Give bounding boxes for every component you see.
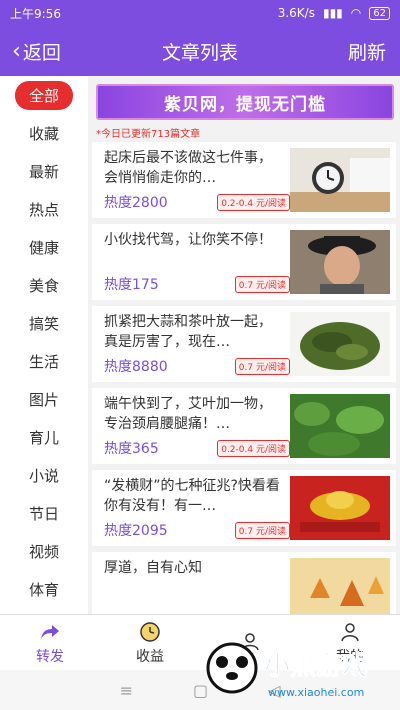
chevron-left-icon: ‹	[12, 38, 21, 64]
promo-banner[interactable]: 紫贝网，提现无门槛	[96, 84, 394, 120]
update-notice: *今日已更新713篇文章	[96, 129, 201, 140]
article-headline: “发横财”的七种征兆?快看看你有没有！有一…	[104, 478, 280, 514]
category-label: 节日	[28, 504, 59, 523]
category-item-favorites[interactable]: 收藏	[0, 114, 88, 152]
article-headline: 起床后最不该做这七件事，会悄悄偷走你的…	[104, 150, 272, 186]
category-item-video[interactable]: 视频	[0, 532, 88, 570]
tab-team[interactable]	[200, 615, 300, 670]
bottom-tab-bar: 转发 收益 我的	[0, 614, 400, 670]
tab-label: 转发	[36, 648, 64, 665]
share-icon	[41, 624, 59, 639]
category-item-life[interactable]: 生活	[0, 342, 88, 380]
article-card[interactable]: 起床后最不该做这七件事，会悄悄偷走你的… 热度2800 0.2-0.4 元/阅读	[92, 142, 396, 218]
category-label: 搞笑	[28, 314, 59, 333]
article-headline: 抓紧把大蒜和茶叶放一起，真是厉害了，现在…	[104, 314, 272, 350]
top-bar: ‹ 返回 文章列表 刷新	[0, 26, 400, 76]
reward-rate-badge: 0.2-0.4 元/阅读	[217, 439, 290, 457]
category-label: 视频	[28, 542, 59, 561]
heat-count: 热度2800	[104, 195, 168, 211]
category-label: 生活	[28, 352, 59, 371]
tea-leaves-photo	[290, 312, 390, 376]
page-title: 文章列表	[161, 41, 238, 64]
article-headline: 厚道，自有心知	[104, 560, 202, 576]
team-icon	[241, 632, 259, 650]
category-item-festival[interactable]: 节日	[0, 494, 88, 532]
category-label: 美食	[28, 276, 59, 295]
heat-count: 热度365	[104, 441, 159, 457]
heat-count: 热度8880	[104, 359, 168, 375]
article-card[interactable]: 厚道，自有心知	[92, 552, 396, 614]
tab-earnings[interactable]: 收益	[100, 615, 200, 670]
network-speed: 3.6K/s	[277, 6, 315, 20]
article-headline: 端午快到了，艾叶加一物，专治颈肩腰腿痛！…	[104, 396, 272, 432]
mugwort-photo	[290, 394, 390, 458]
category-label: 全部	[14, 80, 73, 110]
refresh-button[interactable]: 刷新	[290, 38, 400, 65]
category-item-health[interactable]: 健康	[0, 228, 88, 266]
back-label: 返回	[22, 41, 61, 64]
category-item-novel[interactable]: 小说	[0, 456, 88, 494]
article-headline: 小伙找代驾，让你笑不停！	[104, 232, 272, 248]
reward-rate-badge: 0.7 元/阅读	[234, 521, 290, 539]
category-label: 育儿	[28, 428, 59, 447]
category-label: 体育	[28, 580, 59, 599]
category-item-sports[interactable]: 体育	[0, 570, 88, 608]
battery-level: 62	[369, 6, 390, 20]
gold-ingot-photo	[290, 476, 390, 540]
tab-label: 收益	[136, 648, 164, 665]
category-label: 小说	[28, 466, 59, 485]
article-card[interactable]: 小伙找代驾，让你笑不停！ 热度175 0.7 元/阅读	[92, 224, 396, 300]
category-item-all[interactable]: 全部	[0, 76, 88, 114]
tab-label: 我的	[336, 648, 364, 665]
category-item-latest[interactable]: 最新	[0, 152, 88, 190]
category-sidebar: 全部 收藏 最新 热点 健康 美食 搞笑 生活 图片 育儿 小说 节日 视频 体…	[0, 76, 88, 614]
system-nav-bar: ≡ ▢ ◁	[0, 670, 400, 710]
home-icon[interactable]: ▢	[193, 681, 208, 700]
category-label: 最新	[28, 162, 59, 181]
article-card[interactable]: “发横财”的七种征兆?快看看你有没有！有一… 热度2095 0.7 元/阅读	[92, 470, 396, 546]
alarm-clock-photo	[290, 148, 390, 212]
category-label: 热点	[28, 200, 59, 219]
category-item-parenting[interactable]: 育儿	[0, 418, 88, 456]
reward-rate-badge: 0.7 元/阅读	[234, 275, 290, 293]
category-item-pictures[interactable]: 图片	[0, 380, 88, 418]
clock-coin-icon	[140, 621, 160, 642]
tab-share[interactable]: 转发	[0, 615, 100, 670]
autumn-leaves-photo	[290, 558, 390, 614]
status-time: 上午9:56	[10, 6, 61, 21]
menu-icon[interactable]: ≡	[120, 681, 133, 700]
heat-count: 热度175	[104, 277, 159, 293]
reward-rate-badge: 0.2-0.4 元/阅读	[217, 193, 290, 211]
back-icon[interactable]: ◁	[268, 681, 280, 700]
signal-icon: ▮▮▮	[322, 6, 343, 20]
reward-rate-badge: 0.7 元/阅读	[234, 357, 290, 375]
category-label: 图片	[28, 390, 59, 409]
category-item-hot[interactable]: 热点	[0, 190, 88, 228]
category-item-food[interactable]: 美食	[0, 266, 88, 304]
person-hat-photo	[290, 230, 390, 294]
article-list-panel: 紫贝网，提现无门槛 *今日已更新713篇文章 起床后最不该做这七件事，会悄悄偷走…	[92, 76, 400, 614]
category-label: 收藏	[28, 124, 59, 143]
tab-profile[interactable]: 我的	[300, 615, 400, 670]
category-item-funny[interactable]: 搞笑	[0, 304, 88, 342]
article-card[interactable]: 端午快到了，艾叶加一物，专治颈肩腰腿痛！… 热度365 0.2-0.4 元/阅读	[92, 388, 396, 464]
status-bar: 上午9:56 3.6K/s ▮▮▮ ◠ 62	[0, 0, 400, 26]
category-label: 健康	[28, 238, 59, 257]
wifi-icon: ◠	[350, 6, 362, 20]
back-button[interactable]: ‹ 返回	[0, 38, 110, 65]
user-icon	[341, 622, 359, 641]
article-card[interactable]: 抓紧把大蒜和茶叶放一起，真是厉害了，现在… 热度8880 0.7 元/阅读	[92, 306, 396, 382]
heat-count: 热度2095	[104, 523, 168, 539]
